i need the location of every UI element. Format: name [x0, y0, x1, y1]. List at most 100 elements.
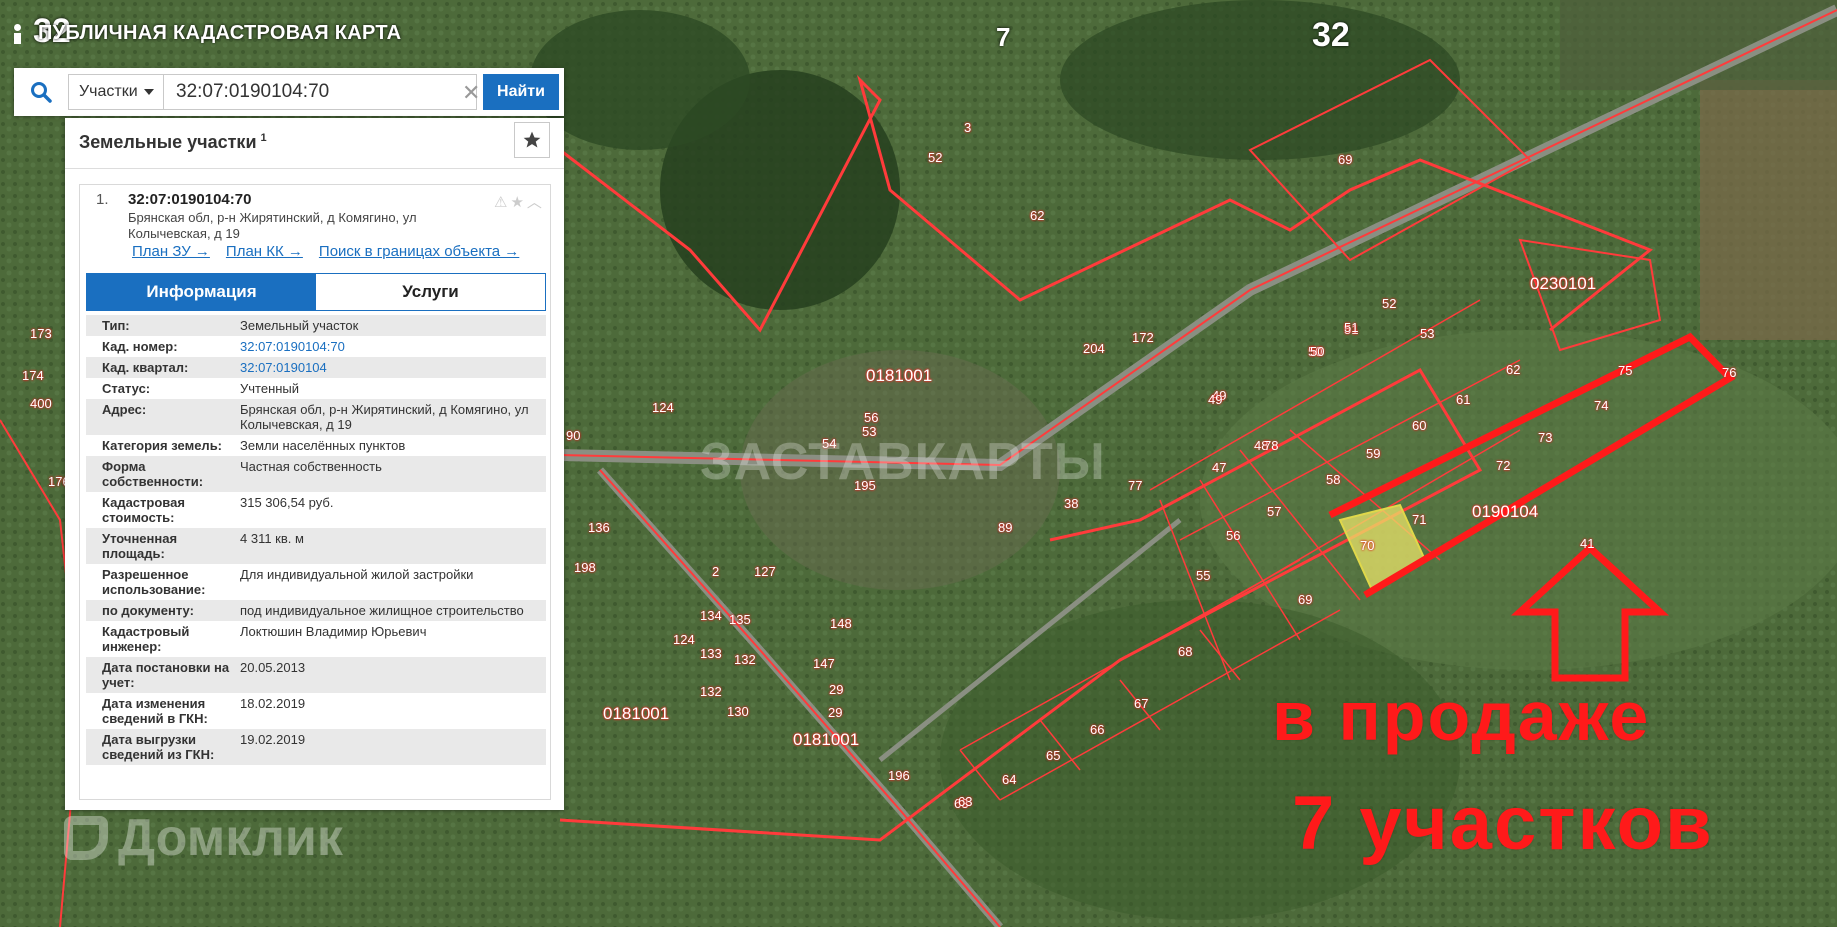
result-address: Брянская обл, р-н Жирятинский, д Комягин… — [128, 210, 417, 241]
star-icon[interactable]: ★ — [510, 194, 526, 211]
parcel-label: 57 — [1267, 504, 1282, 519]
parcel-label: 136 — [588, 520, 610, 535]
attribute-label: Категория земель: — [102, 438, 223, 453]
map-label-top: 7 — [996, 22, 1011, 52]
parcel-label: 62 — [1030, 208, 1045, 223]
parcel-label: 71 — [1412, 512, 1427, 527]
attribute-row: Категория земель: Земли населённых пункто… — [86, 435, 546, 456]
search-input[interactable] — [164, 74, 477, 110]
search-in-bounds-link[interactable]: Поиск в границах объекта → — [319, 243, 519, 260]
parcel-label: 59 — [1366, 446, 1381, 461]
warning-icon[interactable]: ⚠ — [494, 194, 510, 211]
parcel-label: 127 — [754, 564, 776, 579]
parcel-label: 132 — [734, 652, 756, 667]
map-label-top: 32 — [1312, 16, 1350, 54]
parcel-label: 51 — [1344, 320, 1359, 335]
quarter-label: 0181001 — [603, 704, 670, 723]
parcel-label: 69 — [1298, 592, 1313, 607]
attribute-value[interactable]: 32:07:0190104 — [238, 360, 540, 375]
parcel-label: 134 — [700, 608, 722, 623]
parcel-label: 68 — [1178, 644, 1193, 659]
find-button[interactable]: Найти — [483, 74, 559, 110]
parcel-label: 47 — [1212, 460, 1227, 475]
parcel-label: 65 — [1046, 748, 1061, 763]
sale-annotation-line1: в продаже — [1272, 677, 1651, 755]
parcel-label: 132 — [700, 684, 722, 699]
favorite-button[interactable] — [514, 122, 550, 158]
attribute-row: Кад. квартал: 32:07:0190104 — [86, 357, 546, 378]
parcel-label: 172 — [1132, 330, 1154, 345]
divider — [65, 168, 564, 169]
attribute-label: Дата выгрузки сведений из ГКН: — [102, 732, 215, 762]
attribute-value: Земельный участок — [240, 318, 359, 333]
field-area — [1700, 80, 1837, 340]
info-panel: Земельные участки 1 1. 32:07:0190104:70 Б… — [65, 118, 564, 810]
quarter-label: 0190104 — [1472, 502, 1539, 521]
parcel-label: 3 — [964, 120, 972, 135]
parcel-label: 67 — [1134, 696, 1149, 711]
attribute-label: Кад. квартал: — [102, 360, 189, 375]
parcel-label: 148 — [830, 616, 852, 631]
star-icon — [523, 131, 541, 148]
parcel-label: 133 — [700, 646, 722, 661]
parcel-label: 73 — [1538, 430, 1553, 445]
parcel-label: 78 — [1264, 438, 1279, 453]
attribute-label: Кадастровый инженер: — [102, 624, 190, 654]
tab-information[interactable]: Информация — [87, 274, 316, 310]
app-title[interactable]: ПУБЛИЧНАЯ КАДАСТРОВАЯ КАРТА — [14, 22, 401, 45]
plan-kk-link[interactable]: План КК → — [226, 243, 303, 260]
domclick-logo-icon — [64, 816, 108, 860]
chevron-up-icon[interactable]: ︿ — [527, 194, 545, 211]
result-links: План ЗУ → План КК → Поиск в границах объ… — [132, 243, 519, 260]
attribute-label: Кадастровая стоимость: — [102, 495, 185, 525]
attribute-value: 19.02.2019 — [240, 732, 306, 747]
parcel-label: 204 — [1083, 341, 1105, 356]
attribute-value: Брянская обл, р-н Жирятинский, д Комягин… — [240, 402, 529, 432]
quarter-label: 0181001 — [793, 730, 860, 749]
chevron-down-icon — [143, 89, 154, 95]
parcel-label: 53 — [1420, 326, 1435, 341]
parcel-label: 196 — [888, 768, 910, 783]
parcel-label: 56 — [864, 410, 879, 425]
attribute-value: Частная собственность — [240, 459, 382, 474]
parcel-label: 56 — [1226, 528, 1241, 543]
parcel-label: 69 — [1338, 152, 1353, 167]
attribute-table: Тип: Земельный участок Кад. номер: 32:07:01… — [86, 315, 546, 765]
attribute-row: по документу: под индивидуальное жилищное… — [86, 600, 546, 621]
clear-icon[interactable]: ✕ — [462, 80, 480, 106]
attribute-row: Дата изменения сведений в ГКН: 18.02.2019 — [86, 693, 546, 729]
attribute-value[interactable]: 32:07:0190104:70 — [238, 339, 540, 354]
parcel-label: 135 — [729, 612, 751, 627]
attribute-row: Разрешенное использование: Для индивидуал… — [86, 564, 546, 600]
parcel-label: 58 — [1326, 472, 1341, 487]
domclick-watermark: Домклик — [64, 808, 343, 868]
attribute-value: 20.05.2013 — [240, 660, 306, 675]
quarter-label: 0181001 — [866, 366, 933, 385]
plan-zu-link[interactable]: План ЗУ → — [132, 243, 210, 260]
quarter-label: 0230101 — [1530, 274, 1597, 293]
attribute-label: Дата постановки на учет: — [102, 660, 230, 690]
result-cadastral-number[interactable]: 32:07:0190104:70 — [128, 191, 251, 208]
attribute-label: Тип: — [102, 318, 130, 333]
attribute-row: Дата постановки на учет: 20.05.2013 — [86, 657, 546, 693]
attribute-row: Кадастровый инженер: Локтюшин Владимир Юр… — [86, 621, 546, 657]
search-bar: Участки ✕ Найти — [14, 68, 564, 116]
parcel-label: 124 — [673, 632, 695, 647]
parcel-label: 29 — [828, 705, 843, 720]
attribute-label: Дата изменения сведений в ГКН: — [102, 696, 208, 726]
parcel-label: 198 — [574, 560, 596, 575]
attribute-value: Учтенный — [240, 381, 300, 396]
search-icon[interactable] — [14, 68, 68, 116]
parcel-label: 66 — [1090, 722, 1105, 737]
attribute-row: Кад. номер: 32:07:0190104:70 — [86, 336, 546, 357]
attribute-value: Земли населённых пунктов — [240, 438, 406, 453]
tab-services[interactable]: Услуги — [316, 274, 545, 310]
parcel-label: 72 — [1496, 458, 1511, 473]
parcel-label: 55 — [1196, 568, 1211, 583]
parcel-label: 75 — [1618, 363, 1633, 378]
search-type-select[interactable]: Участки — [68, 74, 164, 110]
parcel-label: 63 — [958, 794, 973, 809]
parcel-label: 74 — [1594, 398, 1609, 413]
pkk-logo-icon — [14, 23, 30, 44]
attribute-value: Для индивидуальной жилой застройки — [240, 567, 474, 582]
